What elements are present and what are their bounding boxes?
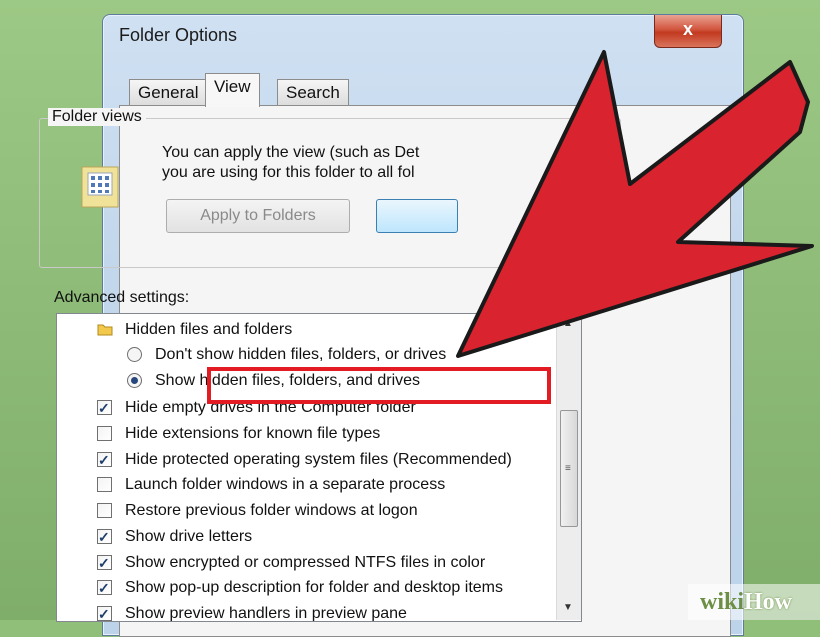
watermark-how: How bbox=[744, 589, 793, 615]
watermark-wiki: wiki bbox=[700, 589, 745, 615]
red-pointer-arrow-icon bbox=[456, 50, 814, 358]
wikihow-watermark: wikiHow bbox=[688, 584, 820, 620]
tab-view[interactable]: View bbox=[205, 73, 260, 107]
